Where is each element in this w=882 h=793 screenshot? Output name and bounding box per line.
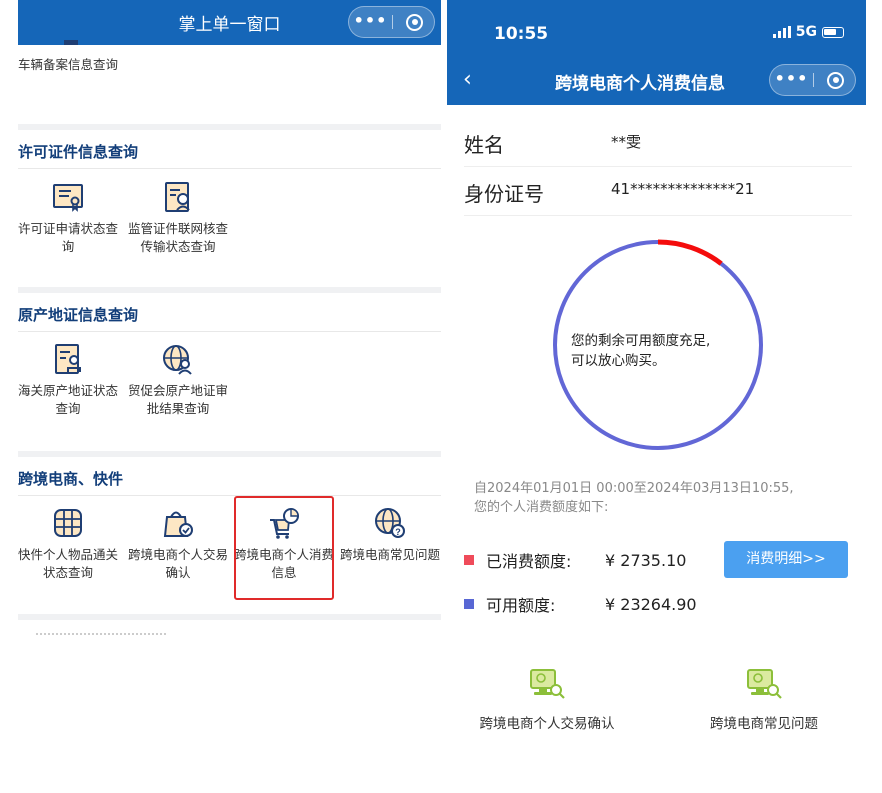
app-nav-bar: 掌上单一窗口 ••• [18,0,441,45]
more-menu-button[interactable]: ••• [770,65,813,95]
certificate-icon [53,184,83,212]
back-button[interactable]: ‹ [463,67,472,92]
document-stamp-icon [55,344,81,374]
section-title-license: 许可证件信息查询 [18,143,139,161]
profile-row-name: 姓名 **雯 [464,117,852,167]
more-menu-button[interactable]: ••• [349,7,392,37]
section-title-crossborder: 跨境电商、快件 [18,470,124,488]
service-customs-origin-status[interactable]: 海关原产地证状态查询 [18,342,118,418]
mini-program-capsule: ••• [769,64,856,96]
shopping-bag-check-icon [163,511,193,537]
target-icon [406,13,423,31]
document-search-icon [165,182,190,212]
network-type: 5G [795,24,817,40]
globe-person-icon [163,345,192,375]
mini-program-capsule: ••• [348,6,435,38]
used-amount-row: 已消费额度: ¥ 2735.10 [464,548,686,572]
profile-row-id: 身份证号 41**************21 [464,166,852,216]
service-vehicle-record-query[interactable]: 车辆备案信息查询 [18,40,118,74]
used-legend-swatch [464,555,474,565]
close-mini-program-button[interactable] [393,7,436,37]
close-mini-program-button[interactable] [814,65,857,95]
link-crossborder-faq[interactable]: 跨境电商常见问题 [689,668,839,732]
svg-text:?: ? [395,527,401,537]
signal-icon [772,26,791,38]
service-crossborder-transaction-confirm[interactable]: 跨境电商个人交易确认 [128,506,228,582]
highlight-box [234,496,334,600]
service-crossborder-faq[interactable]: ? 跨境电商常见问题 [340,506,440,564]
status-time: 10:55 [494,24,549,44]
right-screenshot: 10:55 5G ‹ 跨境电商个人消费信息 ••• 姓名 **雯 身份证号 41… [447,0,866,793]
used-amount-value: ¥ 2735.10 [605,550,687,570]
status-bar: 10:55 5G [447,0,866,55]
service-license-transmission-status[interactable]: 监管证件联网核查传输状态查询 [128,180,228,256]
computer-search-icon [530,669,565,699]
service-parcel-clearance-status[interactable]: 快件个人物品通关状态查询 [18,506,118,582]
vehicle-record-icon [64,40,78,45]
computer-search-icon [747,669,782,699]
service-license-application-status[interactable]: 许可证申请状态查询 [18,180,118,256]
link-transaction-confirm[interactable]: 跨境电商个人交易确认 [472,668,622,732]
section-title-origin: 原产地证信息查询 [18,306,139,324]
available-legend-swatch [464,599,474,609]
parcel-grid-icon [54,509,82,537]
left-screenshot: 掌上单一窗口 ••• 车辆备案信息查询 许可证件信息查询 许可证申请状态查询 监… [0,0,441,793]
battery-icon [822,26,844,38]
available-amount-row: 可用额度: ¥ 23264.90 [464,592,697,616]
target-icon [827,71,844,89]
globe-question-icon: ? [375,508,405,538]
gauge-message: 您的剩余可用额度充足, 可以放心购买。 [571,333,711,369]
service-ccpit-origin-approval[interactable]: 贸促会原产地证审批结果查询 [128,342,228,418]
page-title: 跨境电商个人消费信息 [555,74,725,94]
quota-period-text: 自2024年01月01日 00:00至2024年03月13日10:55, 您的个… [474,481,794,515]
page-nav-bar: ‹ 跨境电商个人消费信息 ••• [447,55,866,105]
available-amount-value: ¥ 23264.90 [605,594,697,614]
consumption-detail-button[interactable]: 消费明细>> [724,541,848,578]
